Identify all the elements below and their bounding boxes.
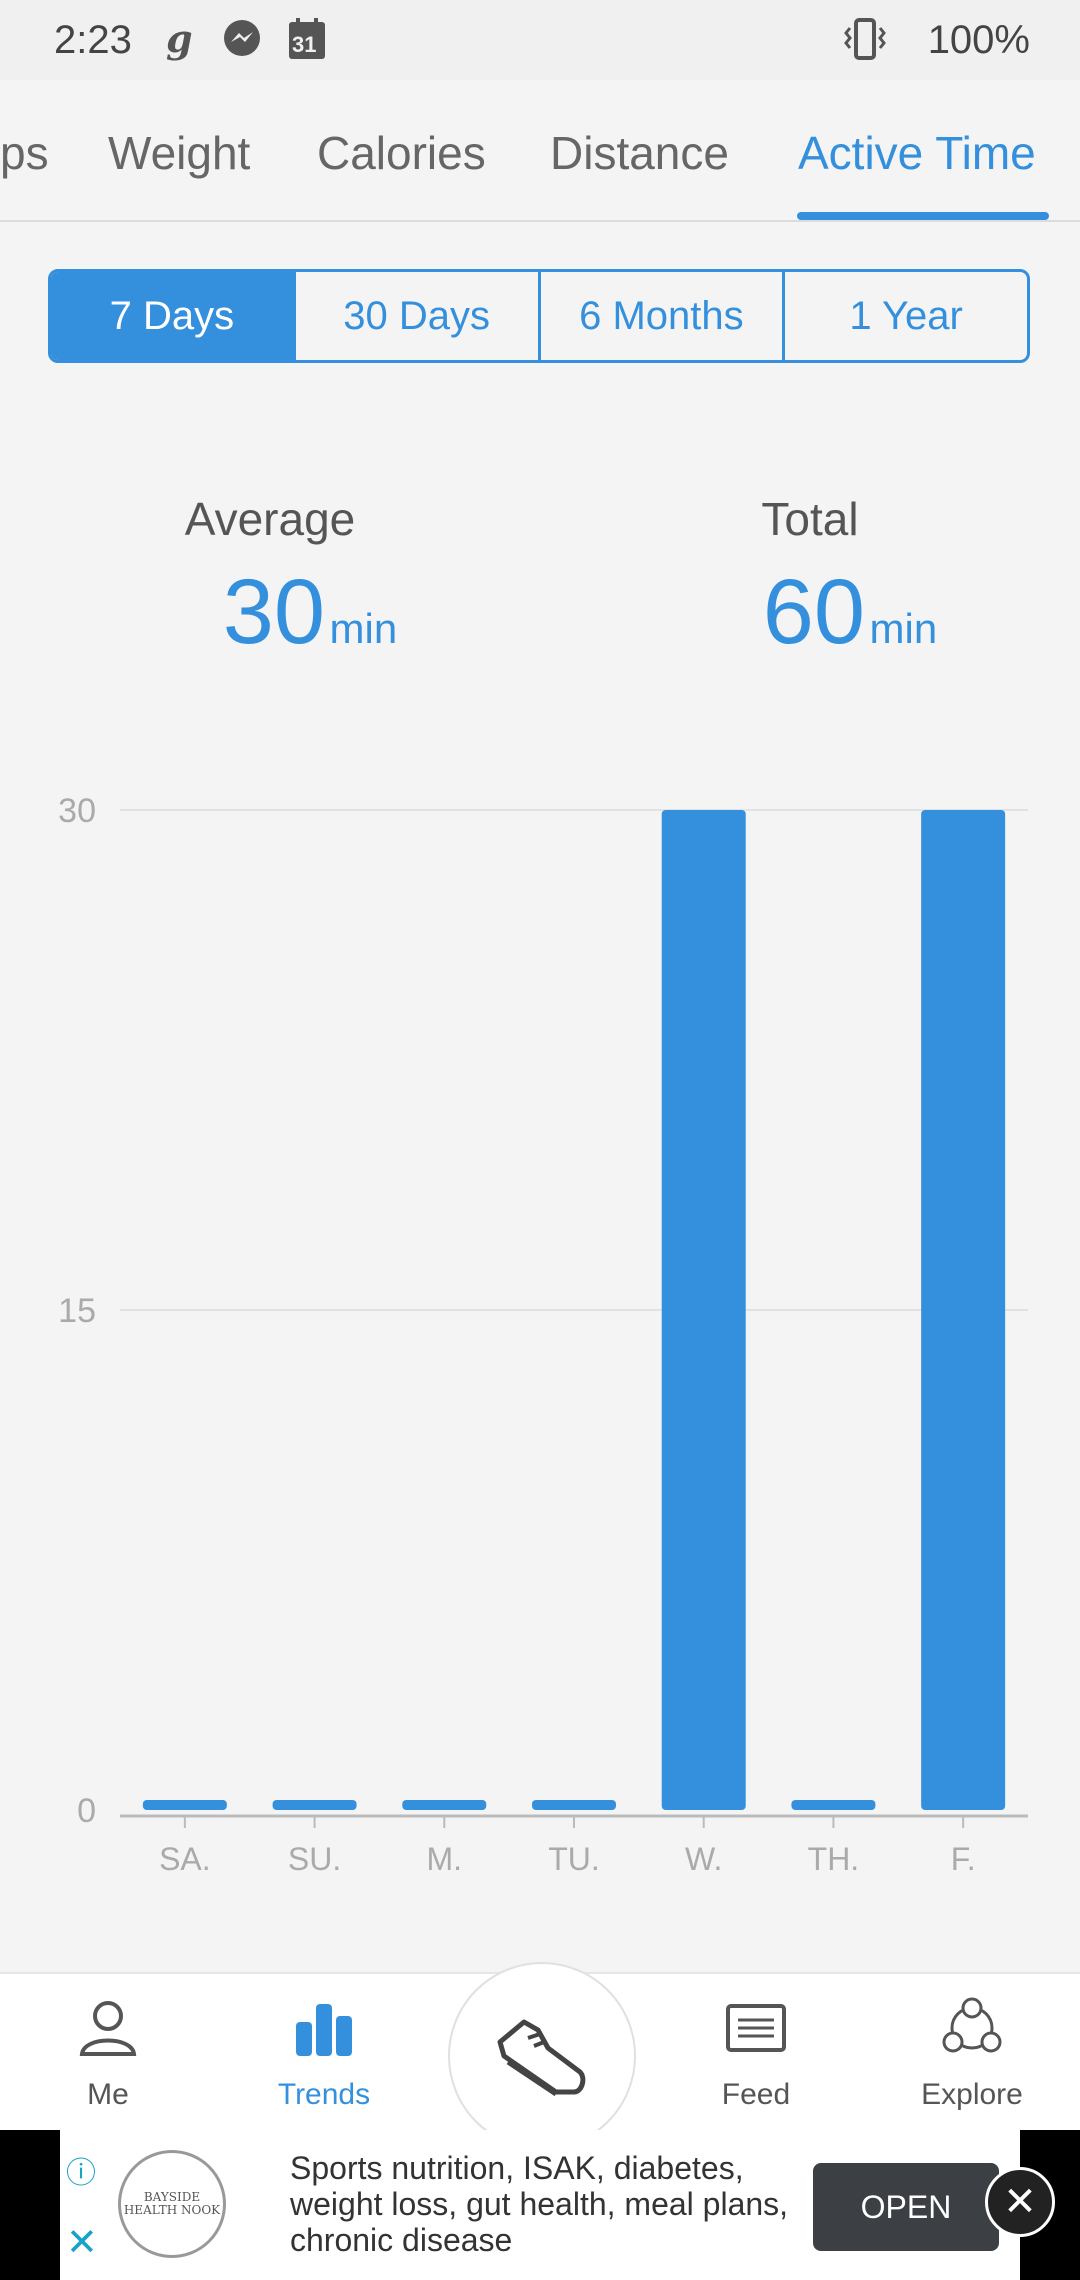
x-tick-label: W. [685, 1841, 722, 1877]
person-icon [76, 1996, 140, 2065]
status-bar: 2:23 g 31 100% [0, 0, 1080, 80]
bar [532, 1800, 616, 1810]
messenger-icon [222, 18, 262, 68]
ad-info-icon[interactable]: ⓘ [66, 2148, 96, 2192]
ad-banner: ⓘ ✕ BAYSIDE HEALTH NOOK Sports nutrition… [0, 2130, 1080, 2280]
range-6-months[interactable]: 6 Months [541, 272, 786, 360]
tab-calories[interactable]: Calories [317, 126, 486, 180]
tab-steps[interactable]: ps [0, 126, 49, 180]
total-value: 60 min [650, 560, 1050, 665]
average-value: 30 min [110, 560, 510, 665]
average-unit: min [329, 605, 398, 652]
active-tab-indicator [797, 212, 1049, 220]
bar [791, 1800, 876, 1810]
nav-me[interactable]: Me [18, 1974, 198, 2132]
explore-icon [939, 1996, 1005, 2065]
metric-tabs: ps Weight Calories Distance Active Time [0, 80, 1080, 222]
vibrate-icon [842, 16, 888, 67]
nav-trends[interactable]: Trends [234, 1974, 414, 2132]
bar-chart-icon [292, 1996, 356, 2065]
total-number: 60 [762, 561, 866, 663]
bar [402, 1800, 487, 1810]
tab-weight[interactable]: Weight [108, 126, 250, 180]
calendar-day: 31 [292, 32, 317, 57]
range-1-year[interactable]: 1 Year [785, 272, 1027, 360]
nav-track-activity-button[interactable] [448, 1962, 636, 2150]
nav-feed-label: Feed [721, 2078, 791, 2111]
x-tick-label: SA. [159, 1841, 211, 1877]
x-tick-label: TU. [548, 1841, 600, 1877]
active-time-chart: 0 15 30 SA. SU. M. TU. W. TH. F. [58, 792, 1028, 1877]
ad-content[interactable]: ⓘ ✕ BAYSIDE HEALTH NOOK Sports nutrition… [60, 2130, 1020, 2280]
ad-dismiss-icon[interactable]: ✕ [66, 2220, 98, 2265]
total-label: Total [761, 493, 859, 545]
x-tick-label: M. [427, 1841, 463, 1877]
tab-distance[interactable]: Distance [550, 126, 729, 180]
y-tick-label: 30 [58, 792, 96, 830]
average-label: Average [184, 493, 356, 545]
bar [921, 810, 1006, 1810]
x-tick-label: SU. [288, 1841, 341, 1877]
range-7-days[interactable]: 7 Days [51, 272, 296, 360]
bar [272, 1800, 357, 1810]
y-tick-label: 15 [58, 1292, 96, 1330]
range-selector: 7 Days 30 Days 6 Months 1 Year [48, 269, 1030, 363]
nav-trends-label: Trends [277, 2078, 371, 2111]
total-unit: min [869, 605, 938, 652]
average-number: 30 [222, 561, 326, 663]
nav-feed[interactable]: Feed [666, 1974, 846, 2132]
tab-active-time[interactable]: Active Time [798, 126, 1036, 180]
bar [142, 1800, 227, 1810]
x-tick-label: F. [951, 1841, 976, 1877]
ad-text: Sports nutrition, ISAK, diabetes, weight… [290, 2150, 789, 2258]
nav-me-label: Me [87, 2078, 129, 2111]
feed-icon [724, 1996, 788, 2065]
nav-explore[interactable]: Explore [882, 1974, 1062, 2132]
nav-explore-label: Explore [921, 2078, 1023, 2111]
battery-text: 100% [927, 18, 1030, 62]
goodreads-icon: g [166, 16, 193, 61]
shoe-icon [494, 2012, 590, 2107]
y-tick-label: 0 [77, 1792, 96, 1830]
bar [661, 810, 746, 1810]
ad-logo: BAYSIDE HEALTH NOOK [118, 2150, 226, 2258]
ad-open-button[interactable]: OPEN [813, 2163, 999, 2251]
status-time: 2:23 [54, 18, 132, 62]
x-tick-label: TH. [808, 1841, 860, 1877]
range-30-days[interactable]: 30 Days [296, 272, 541, 360]
close-ad-icon[interactable]: ✕ [985, 2167, 1055, 2237]
